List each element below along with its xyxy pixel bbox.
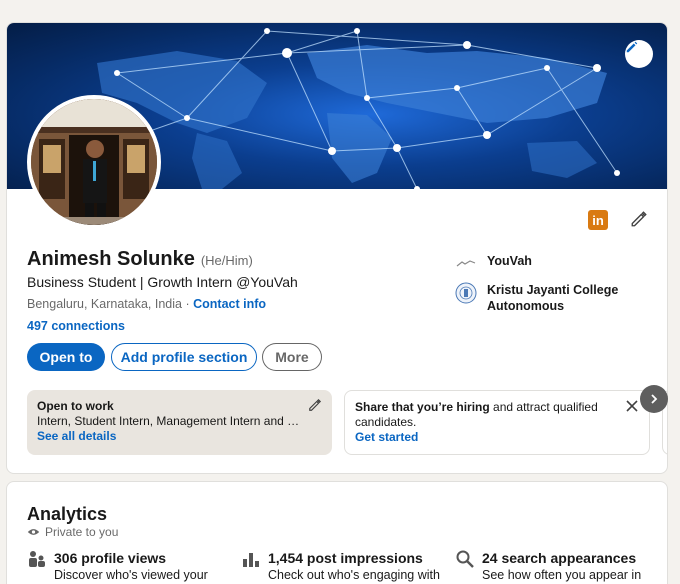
profile-avatar[interactable] (27, 95, 161, 229)
see-all-details-link[interactable]: See all details (37, 429, 322, 444)
pencil-icon (309, 398, 322, 411)
college-seal-icon (455, 282, 477, 304)
org-name: YouVah (487, 254, 532, 268)
open-to-work-title: Open to work (37, 399, 114, 413)
org-item-youvah[interactable]: YouVah (455, 253, 532, 275)
private-text: Private to you (45, 525, 119, 539)
stat-desc: Check out who's engaging with (268, 568, 440, 582)
connections-link[interactable]: 497 connections (27, 319, 125, 333)
edit-intro-button[interactable] (628, 208, 650, 230)
stat-desc: See how often you appear in (482, 568, 642, 582)
edit-open-to-work-button[interactable] (308, 398, 322, 412)
analytics-card: Analytics Private to you 306 profile vie… (6, 481, 668, 584)
close-icon (626, 400, 638, 412)
hiring-promo-bold: Share that you’re hiring (355, 400, 490, 414)
stat-profile-views[interactable]: 306 profile views Discover who's viewed … (27, 549, 208, 583)
eye-icon (27, 529, 40, 535)
youvah-logo (455, 253, 477, 275)
carousel-next-button[interactable] (640, 385, 668, 413)
people-icon (29, 551, 45, 567)
open-to-work-card[interactable]: Open to work Intern, Student Intern, Man… (27, 390, 332, 455)
edit-banner-button[interactable] (625, 40, 653, 68)
org-item-kristu-jayanti[interactable]: Kristu Jayanti College Autonomous (455, 282, 637, 314)
youvah-logo-icon (456, 260, 476, 267)
add-profile-section-button[interactable]: Add profile section (111, 343, 257, 371)
hiring-promo-card: Share that you’re hiring and attract qua… (344, 390, 650, 455)
contact-info-link[interactable]: Contact info (193, 297, 266, 311)
name-row: Animesh Solunke (He/Him) (27, 248, 253, 271)
private-indicator: Private to you (27, 525, 118, 539)
stat-search-appearances[interactable]: 24 search appearances See how often you … (455, 549, 641, 583)
profile-card: in Animesh Solunke (He/Him) Business Stu… (6, 22, 668, 474)
get-started-link[interactable]: Get started (355, 430, 639, 445)
pencil-icon (631, 211, 647, 227)
search-icon (456, 550, 474, 568)
stat-post-impressions[interactable]: 1,454 post impressions Check out who's e… (241, 549, 440, 583)
chevron-right-icon (651, 394, 658, 404)
close-hiring-promo-button[interactable] (625, 399, 639, 413)
open-to-button[interactable]: Open to (27, 343, 105, 371)
profile-pronouns: (He/Him) (200, 253, 253, 268)
separator-dot: · (185, 297, 190, 311)
location-row: Bengaluru, Karnataka, India · Contact in… (27, 297, 266, 311)
college-logo (455, 282, 477, 304)
open-to-work-roles: Intern, Student Intern, Management Inter… (37, 414, 305, 428)
stat-title: 24 search appearances (482, 550, 637, 566)
more-button[interactable]: More (262, 343, 322, 371)
profile-location: Bengaluru, Karnataka, India (27, 297, 182, 311)
bar-chart-icon (243, 553, 259, 567)
stat-title: 1,454 post impressions (268, 550, 423, 566)
stat-title: 306 profile views (54, 550, 167, 566)
profile-name: Animesh Solunke (27, 248, 195, 270)
org-name: Kristu Jayanti College Autonomous (487, 283, 619, 313)
profile-headline: Business Student | Growth Intern @YouVah (27, 274, 298, 290)
pencil-icon (626, 41, 638, 53)
linkedin-icon[interactable]: in (588, 210, 608, 230)
hiring-promo-text: Share that you’re hiring and attract qua… (355, 400, 617, 430)
stat-desc: Discover who's viewed your (54, 568, 208, 582)
profile-photo (31, 99, 157, 225)
analytics-title: Analytics (27, 504, 108, 524)
